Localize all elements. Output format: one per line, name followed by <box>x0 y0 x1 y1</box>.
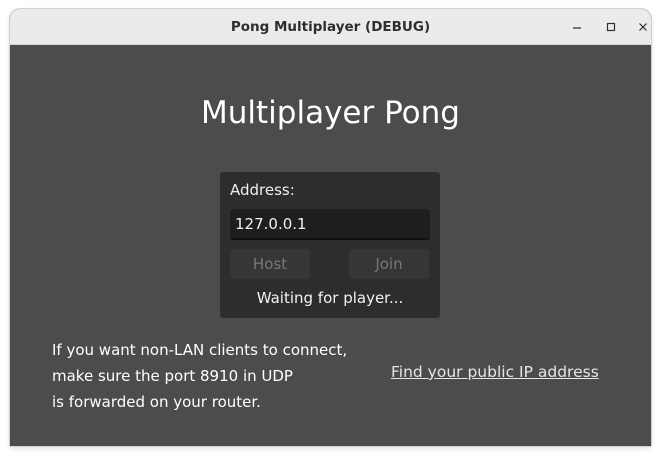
join-button[interactable]: Join <box>349 249 429 279</box>
find-public-ip-link[interactable]: Find your public IP address <box>391 363 599 381</box>
host-button[interactable]: Host <box>230 249 310 279</box>
info-line: If you want non-LAN clients to connect, <box>52 341 348 359</box>
status-text: Waiting for player... <box>256 289 404 307</box>
connection-panel: Address: Host Join Waiting for player... <box>220 172 440 318</box>
info-line: make sure the port 8910 in UDP <box>52 367 293 385</box>
minimize-glyph <box>573 27 581 29</box>
address-input[interactable] <box>230 209 430 240</box>
title-bar: Pong Multiplayer (DEBUG) <box>10 9 651 45</box>
info-text: If you want non-LAN clients to connect, … <box>52 337 372 415</box>
close-icon[interactable] <box>631 15 651 39</box>
info-line: is forwarded on your router. <box>52 393 261 411</box>
maximize-glyph <box>606 22 616 32</box>
close-glyph <box>639 23 647 31</box>
main-content: Multiplayer Pong Address: Host Join Wait… <box>10 45 651 446</box>
page-title: Multiplayer Pong <box>201 95 460 131</box>
maximize-icon[interactable] <box>599 15 623 39</box>
minimize-icon[interactable] <box>565 15 589 39</box>
address-label: Address: <box>230 181 295 199</box>
window-title: Pong Multiplayer (DEBUG) <box>230 19 431 35</box>
app-window: Pong Multiplayer (DEBUG) Multiplayer Pon… <box>10 9 651 446</box>
